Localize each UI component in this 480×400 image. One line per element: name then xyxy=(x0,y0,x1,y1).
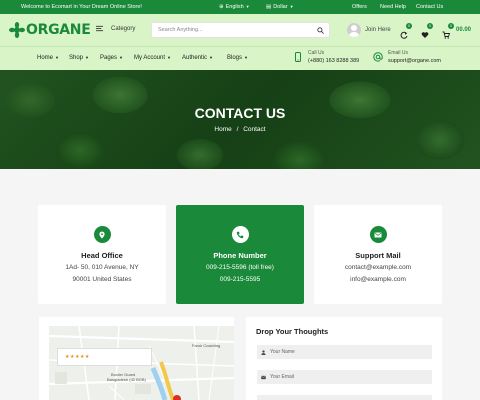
address-line-1: 1Ad- 50, 010 Avenue, NY xyxy=(65,264,139,271)
globe-icon: ⊕ xyxy=(219,4,224,10)
card-title: Head Office xyxy=(81,251,123,260)
main-nav: Home ▼ Shop ▼ Pages ▼ My Account ▼ Authentic… xyxy=(0,46,480,70)
chevron-down-icon: ▼ xyxy=(119,55,123,60)
breadcrumb-home[interactable]: Home xyxy=(214,126,231,133)
breadcrumb-separator: / xyxy=(236,126,239,133)
cart-icon xyxy=(442,31,451,39)
email-us-address: support@organe.com xyxy=(388,58,441,64)
card-title: Support Mail xyxy=(355,251,401,260)
wishlist-button[interactable]: 0 xyxy=(421,23,433,38)
nav-my-account[interactable]: My Account ▼ xyxy=(134,55,171,61)
header: ORGANE Category Join Here 0 0 0 00.00 xyxy=(0,14,480,46)
call-us-label: Call Us xyxy=(308,50,325,56)
chevron-down-icon: ▼ xyxy=(167,55,171,60)
language-selector[interactable]: ⊕ English ▼ xyxy=(219,4,250,10)
breadcrumb-current: Contact xyxy=(243,126,266,133)
user-icon xyxy=(261,349,266,355)
refresh-icon xyxy=(400,31,408,39)
email-us-label: Email Us xyxy=(388,50,409,56)
contact-form: Drop Your Thoughts xyxy=(246,317,442,400)
envelope-icon xyxy=(261,375,266,379)
chevron-down-icon: ▼ xyxy=(85,55,89,60)
map-label: Bangladesh (42 BGB) xyxy=(107,377,146,382)
nav-shop[interactable]: Shop ▼ xyxy=(69,55,89,61)
menu-icon xyxy=(96,25,103,32)
join-button[interactable]: Join Here xyxy=(347,23,391,37)
hero-banner: CONTACT US Home / Contact xyxy=(0,70,480,169)
address-line-2: 90001 United States xyxy=(72,276,132,283)
map-view[interactable]: ★★★★★ Faruk Coaching Border Guard Bangla… xyxy=(49,326,234,400)
phone-number-card: Phone Number 009-215-5596 (toll free) 00… xyxy=(176,205,304,304)
nav-home[interactable]: Home ▼ xyxy=(37,55,59,61)
head-office-card: Head Office 1Ad- 50, 010 Avenue, NY 9000… xyxy=(38,205,166,304)
card-title: Phone Number xyxy=(213,251,267,260)
phone-line-1[interactable]: 009-215-5596 (toll free) xyxy=(176,264,304,272)
location-icon xyxy=(93,226,111,243)
top-bar: Welcome to Ecomart in Your Dream Online … xyxy=(0,0,480,14)
category-menu-button[interactable]: Category xyxy=(96,25,135,32)
offers-link[interactable]: Offers xyxy=(352,4,367,10)
wishlist-count: 0 xyxy=(427,23,433,29)
page-title: CONTACT US xyxy=(194,105,286,121)
heart-icon xyxy=(421,32,429,38)
cart-button[interactable]: 0 xyxy=(442,23,454,39)
currency-selector[interactable]: ▤ Dollar ▼ xyxy=(266,4,294,10)
breadcrumb: Home / Contact xyxy=(0,126,480,133)
email-input[interactable] xyxy=(270,374,430,380)
search-icon[interactable] xyxy=(317,27,324,34)
mail-line-1[interactable]: contact@example.com xyxy=(314,264,442,272)
currency-label: Dollar xyxy=(273,4,288,10)
contact-us-link[interactable]: Contact Us xyxy=(416,4,443,10)
name-field xyxy=(257,345,432,359)
avatar xyxy=(347,23,361,37)
phone-field xyxy=(257,395,432,400)
chevron-down-icon: ▼ xyxy=(244,55,248,60)
support-mail-card: Support Mail contact@example.com info@ex… xyxy=(314,205,442,304)
email-field xyxy=(257,370,432,384)
language-label: English xyxy=(225,4,244,10)
rating-stars: ★★★★★ xyxy=(65,354,90,360)
phone-icon xyxy=(231,226,249,243)
welcome-text: Welcome to Ecomart in Your Dream Online … xyxy=(21,4,142,10)
cart-total: 00.00 xyxy=(456,27,472,33)
category-label: Category xyxy=(111,25,136,32)
cart-count: 0 xyxy=(448,23,454,29)
call-us-block[interactable]: Call Us (+880) 163 8288 389 xyxy=(293,50,359,64)
email-us-block[interactable]: Email Us support@organe.com xyxy=(373,50,441,64)
logo-text: ORGANE xyxy=(26,22,91,38)
name-input[interactable] xyxy=(270,349,430,355)
logo[interactable]: ORGANE xyxy=(9,22,91,38)
mail-line-2[interactable]: info@example.com xyxy=(314,276,442,284)
phone-icon xyxy=(295,52,301,62)
chevron-down-icon: ▼ xyxy=(55,55,59,60)
map-info-card: ★★★★★ xyxy=(57,348,152,366)
form-title: Drop Your Thoughts xyxy=(256,327,329,336)
nav-authentic[interactable]: Authentic ▼ xyxy=(182,55,213,61)
call-us-number: (+880) 163 8288 389 xyxy=(308,58,360,64)
chevron-down-icon: ▼ xyxy=(245,4,250,9)
search-input[interactable] xyxy=(158,27,308,33)
nav-pages[interactable]: Pages ▼ xyxy=(100,55,123,61)
compare-count: 0 xyxy=(406,23,412,29)
nav-blogs[interactable]: Blogs ▼ xyxy=(227,55,248,61)
at-sign-icon xyxy=(373,52,383,62)
join-label: Join Here xyxy=(365,27,391,33)
search-box xyxy=(151,22,330,38)
phone-line-2[interactable]: 009-215-5595 xyxy=(176,276,304,284)
map-panel: ★★★★★ Faruk Coaching Border Guard Bangla… xyxy=(39,317,234,400)
money-icon: ▤ xyxy=(266,4,272,10)
map-label: Faruk Coaching xyxy=(192,343,221,348)
chevron-down-icon: ▼ xyxy=(209,55,213,60)
chevron-down-icon: ▼ xyxy=(289,4,294,9)
compare-button[interactable]: 0 xyxy=(400,23,412,39)
leaf-logo-icon xyxy=(9,22,25,38)
envelope-icon xyxy=(369,226,387,243)
need-help-link[interactable]: Need Help xyxy=(380,4,406,10)
